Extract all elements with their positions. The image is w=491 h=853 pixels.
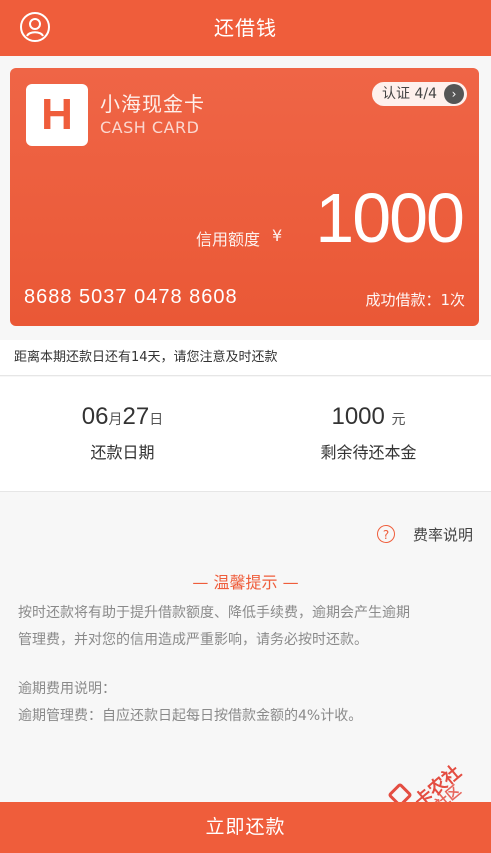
cash-card: H 小海现金卡 CASH CARD 认证 4/4 › 信用额度 ¥ 1000 8…	[10, 68, 479, 326]
success-loans: 成功借款：1次	[365, 291, 465, 309]
overdue-title: 逾期费用说明：	[18, 681, 116, 697]
card-number: 8688 5037 0478 8608	[24, 286, 238, 308]
overdue-text: 逾期管理费：自应还款日起每日按借款金额的4%计收。	[18, 708, 363, 724]
month-unit: 月	[108, 411, 123, 427]
due-date-label: 还款日期	[90, 443, 155, 462]
auth-status-button[interactable]: 认证 4/4 ›	[372, 82, 467, 106]
app-header: 还借钱	[0, 0, 491, 56]
principal-unit: 元	[391, 411, 406, 427]
page-title: 还借钱	[214, 16, 277, 40]
credit-limit-value: 1000	[315, 179, 465, 257]
auth-label: 认证	[382, 86, 411, 102]
card-subtitle: CASH CARD	[100, 118, 200, 137]
tips-title: — 温馨提示 —	[192, 573, 299, 592]
due-day: 27	[122, 403, 150, 430]
principal-label: 剩余待还本金	[320, 443, 417, 462]
card-logo-letter: H	[41, 90, 73, 139]
currency-symbol: ¥	[272, 226, 283, 245]
repayment-notice: 距离本期还款日还有14天，请您注意及时还款	[0, 340, 491, 376]
chevron-right-icon: ›	[444, 84, 464, 104]
principal-stat: 1000 元 剩余待还本金	[246, 377, 491, 491]
credit-limit-label: 信用额度	[196, 230, 261, 249]
principal-value: 1000	[331, 403, 385, 430]
tips-line-2: 管理费，并对您的信用造成严重影响，请务必按时还款。	[18, 632, 368, 648]
due-month: 06	[81, 403, 109, 430]
question-icon[interactable]: ?	[377, 525, 395, 543]
day-unit: 日	[149, 411, 164, 427]
due-date-stat: 06月27日 还款日期	[0, 377, 245, 491]
card-name: 小海现金卡	[100, 92, 205, 116]
tips-line-1: 按时还款将有助于提升借款额度、降低手续费，逾期会产生逾期	[18, 605, 410, 621]
loan-stats: 06月27日 还款日期 1000 元 剩余待还本金	[0, 377, 491, 492]
card-logo: H	[26, 84, 88, 146]
principal-value-wrap: 1000 元	[246, 403, 491, 431]
rate-info-link[interactable]: 费率说明	[413, 525, 473, 545]
repay-now-button[interactable]: 立即还款	[0, 802, 491, 853]
due-date-value: 06月27日	[0, 403, 245, 431]
auth-progress: 4/4	[414, 86, 437, 102]
